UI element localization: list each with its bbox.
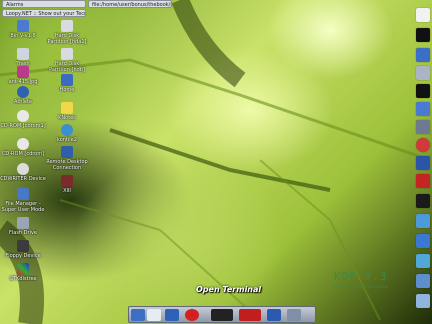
globe-icon bbox=[17, 86, 29, 98]
desktop-icon-home[interactable]: Home bbox=[44, 74, 90, 93]
desktop-icon-remote-desktop[interactable]: Remote Desktop Connection bbox=[44, 146, 90, 171]
window-tab-alarms[interactable]: Alarms bbox=[2, 0, 86, 8]
desktop-icon-hdb[interactable]: Hard Disk Partition [hdb] bbox=[44, 48, 90, 73]
cmd-icon[interactable] bbox=[416, 174, 430, 188]
battery-icon[interactable] bbox=[416, 274, 430, 288]
desktop-icon-knotes[interactable]: KNotes bbox=[44, 102, 90, 121]
disk-icon[interactable] bbox=[416, 66, 430, 80]
taskbar bbox=[128, 306, 316, 323]
icon-label: Floppy Device bbox=[5, 253, 41, 259]
icon-label: CDWRITER Device bbox=[0, 176, 46, 182]
icon-label: File Manager - Super User Mode bbox=[1, 201, 45, 213]
tux-icon[interactable] bbox=[416, 28, 430, 42]
shell-button[interactable] bbox=[287, 309, 301, 321]
icon-label: kontile2 bbox=[57, 137, 77, 143]
desktop-icon-floppy[interactable]: Floppy Device bbox=[0, 240, 46, 259]
icon-label: KNotes bbox=[58, 115, 76, 121]
arrow-button[interactable] bbox=[147, 309, 161, 321]
cd-writer-icon bbox=[17, 163, 29, 175]
opera-button[interactable] bbox=[185, 309, 199, 321]
icon-label: CD-ROM [cdrom1] bbox=[0, 123, 46, 129]
window-tab-loopy[interactable]: Loopy.NET :: Show out your Tecno... bbox=[2, 9, 86, 17]
hard-disk-icon bbox=[61, 48, 73, 60]
desktop-icon-cdwriter[interactable]: CDWRITER Device bbox=[0, 163, 46, 182]
window-tab-file-browser[interactable]: file:/home/user/bonus/thebook/new/... bbox=[88, 0, 172, 8]
file-manager-icon bbox=[17, 188, 29, 200]
image-icon bbox=[17, 66, 29, 78]
desktop-icon-xiii[interactable]: XIII bbox=[44, 175, 90, 194]
desktop-icon-kontile2[interactable]: kontile2 bbox=[44, 124, 90, 143]
usb-icon bbox=[17, 217, 29, 229]
x-icon bbox=[61, 175, 73, 187]
terminal-button[interactable] bbox=[211, 309, 233, 321]
desktop-icon-hda1[interactable]: Hard Disk Partition [hda1] bbox=[44, 20, 90, 45]
gtk-icon bbox=[17, 263, 29, 275]
icon-label: Flash Drive bbox=[8, 230, 38, 236]
tux-icon[interactable] bbox=[416, 84, 430, 98]
tux-icon[interactable] bbox=[416, 8, 430, 22]
mozilla-mb-button[interactable] bbox=[239, 309, 261, 321]
monitor-icon[interactable] bbox=[416, 234, 430, 248]
kmenu-button[interactable] bbox=[131, 309, 145, 321]
desktop-icon-image[interactable]: ant-415.jpg bbox=[0, 66, 46, 85]
icon-label: ant-415.jpg bbox=[8, 79, 38, 85]
network-icon[interactable] bbox=[416, 254, 430, 268]
kde-tagline: conquer your desktop bbox=[334, 284, 388, 289]
icon-label: GTKdistree bbox=[9, 276, 37, 282]
clock-icon[interactable] bbox=[416, 294, 430, 308]
desktop-icon-bin[interactable]: Bin V-v1.8 bbox=[0, 20, 46, 39]
desktop-icon-file-manager-su[interactable]: File Manager - Super User Mode bbox=[0, 188, 46, 213]
sound-icon[interactable] bbox=[416, 120, 430, 134]
trash-icon bbox=[17, 48, 29, 60]
desktop-icon-athlete[interactable]: Athlete bbox=[0, 86, 46, 105]
desktop-icon-cdrom[interactable]: CD-ROM [cdrom] bbox=[0, 138, 46, 157]
folder-icon[interactable] bbox=[416, 48, 430, 62]
icon-label: CD-ROM [cdrom] bbox=[1, 151, 45, 157]
ie-icon[interactable] bbox=[416, 138, 430, 152]
icon-label: Hard Disk Partition [hda1] bbox=[47, 33, 87, 45]
floppy-icon bbox=[17, 240, 29, 252]
hard-disk-icon bbox=[61, 20, 73, 32]
icon-label: Hard Disk Partition [hdb] bbox=[49, 61, 85, 73]
desktop-icon-flash-drive[interactable]: Flash Drive bbox=[0, 217, 46, 236]
cd-icon bbox=[17, 138, 29, 150]
pen-icon[interactable] bbox=[416, 214, 430, 228]
icon-label: XIII bbox=[63, 188, 71, 194]
konqueror-button[interactable] bbox=[165, 309, 179, 321]
desktop-icon-trash[interactable]: Trash bbox=[0, 48, 46, 67]
icon-label: Athlete bbox=[14, 99, 32, 105]
icon-label: Remote Desktop Connection bbox=[46, 159, 88, 171]
kde-logo: KDE 3.3 bbox=[334, 270, 388, 283]
taskbar-tooltip: Open Terminal bbox=[196, 285, 262, 294]
vlc-icon[interactable] bbox=[416, 156, 430, 170]
icon-label: Bin V-v1.8 bbox=[10, 33, 36, 39]
desktop-icon-gtkdistree[interactable]: GTKdistree bbox=[0, 263, 46, 282]
icon-label: Home bbox=[59, 87, 75, 93]
mb-icon[interactable] bbox=[416, 194, 430, 208]
globe-icon bbox=[61, 124, 73, 136]
desktop-icon[interactable] bbox=[416, 102, 430, 116]
cd-icon bbox=[17, 110, 29, 122]
kde-sync-button[interactable] bbox=[267, 309, 281, 321]
note-icon bbox=[61, 102, 73, 114]
app-icon bbox=[17, 20, 29, 32]
monitor-icon bbox=[61, 146, 73, 158]
home-icon bbox=[61, 74, 73, 86]
desktop-icon-cdrom1[interactable]: CD-ROM [cdrom1] bbox=[0, 110, 46, 129]
